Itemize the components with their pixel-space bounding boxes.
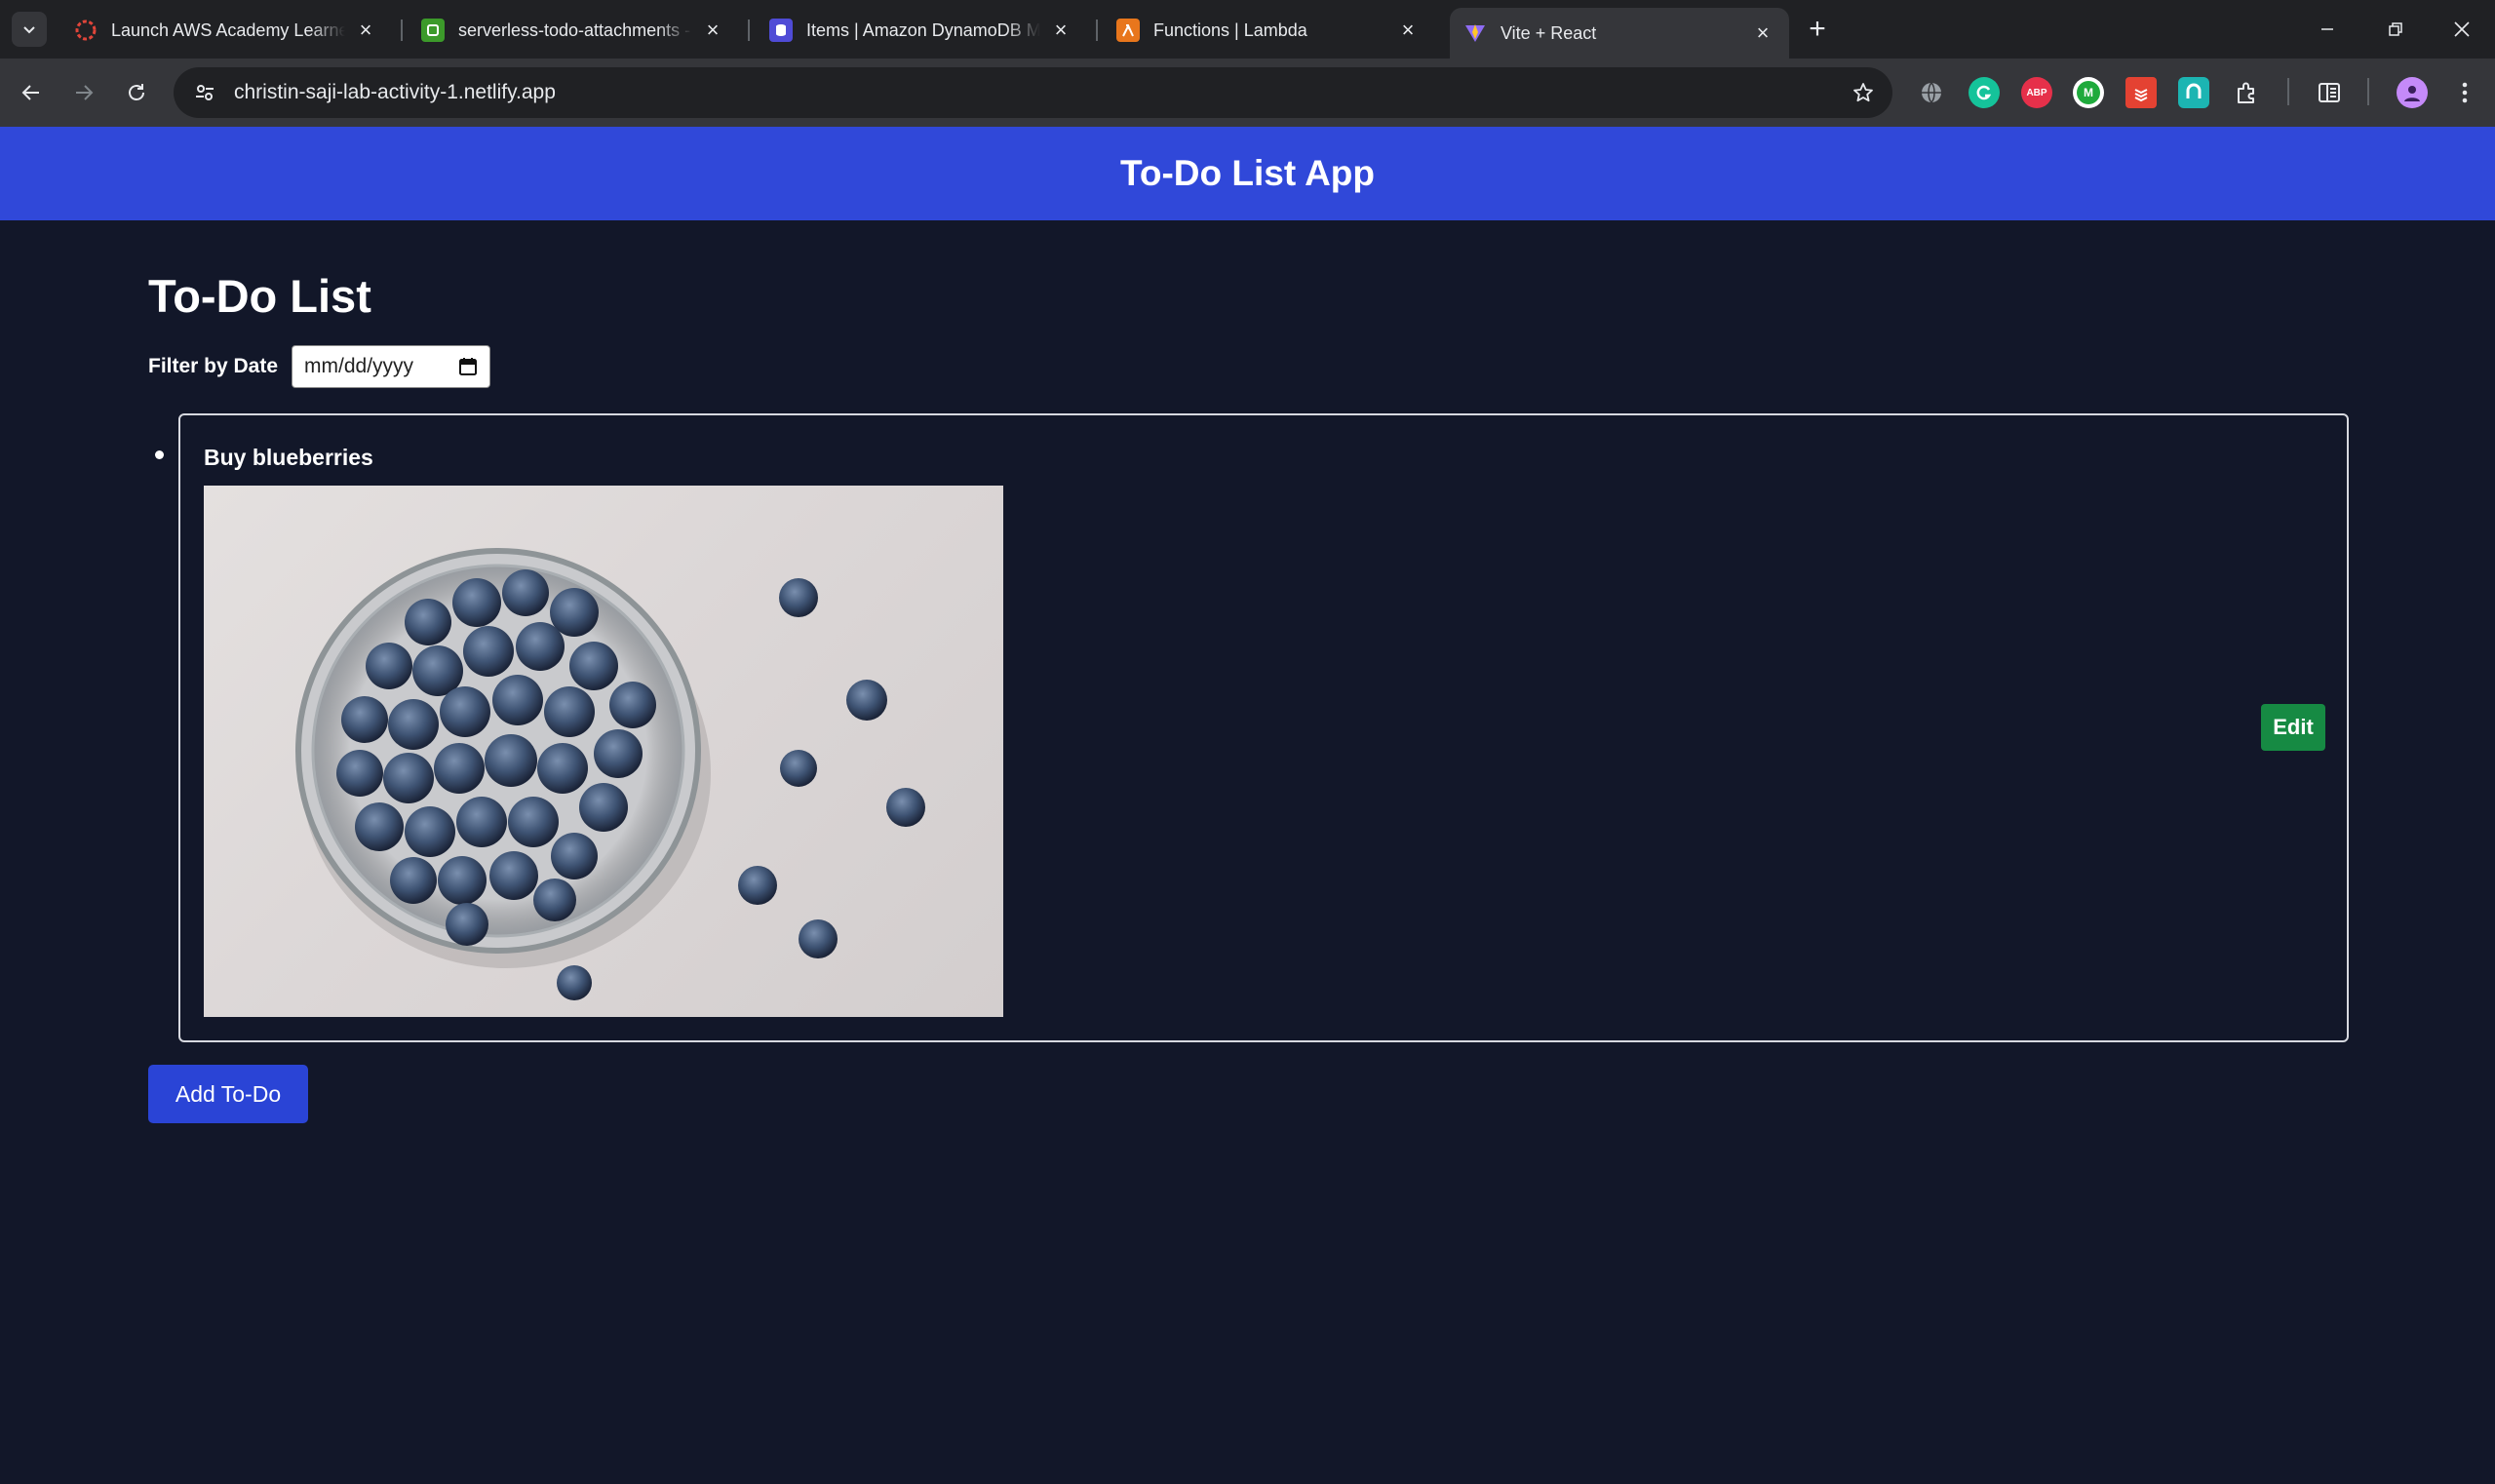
list-bullet <box>155 450 164 459</box>
browser-menu-button[interactable] <box>2449 77 2480 108</box>
date-filter-input[interactable]: mm/dd/yyyy <box>292 345 491 388</box>
s3-bucket-icon <box>421 19 445 42</box>
reload-button[interactable] <box>115 71 158 114</box>
new-tab-button[interactable]: + <box>1800 14 1835 47</box>
edit-button[interactable]: Edit <box>2261 704 2325 751</box>
close-tab-icon[interactable]: × <box>1750 20 1775 46</box>
puzzle-icon[interactable] <box>2231 77 2262 108</box>
tab-dynamodb[interactable]: Items | Amazon DynamoDB Management Conso… <box>756 10 1087 51</box>
minimize-button[interactable] <box>2293 8 2361 51</box>
profile-avatar[interactable] <box>2397 77 2428 108</box>
tab-title: Vite + React <box>1501 22 1597 43</box>
tab-title: Launch AWS Academy Learner Lab <box>111 20 345 40</box>
star-icon <box>1853 83 1873 102</box>
toolbar-divider <box>2367 78 2369 105</box>
reload-icon <box>129 84 144 100</box>
close-icon <box>2454 21 2470 37</box>
tab-title: Items | Amazon DynamoDB Management Conso… <box>806 20 1040 40</box>
close-tab-icon[interactable]: × <box>1395 18 1421 43</box>
close-window-button[interactable] <box>2428 8 2495 51</box>
page-title: To-Do List <box>148 270 371 322</box>
back-arrow-icon <box>21 85 39 100</box>
forward-button[interactable] <box>62 71 105 114</box>
dynamodb-icon <box>769 19 793 42</box>
url-text: christin-saji-lab-activity-1.netlify.app <box>234 81 556 103</box>
tab-divider <box>748 20 750 41</box>
filter-label: Filter by Date <box>148 355 279 377</box>
grammarly-icon[interactable] <box>1969 77 2000 108</box>
blueberries-illustration <box>295 548 925 1000</box>
tab-s3-bucket[interactable]: serverless-todo-attachments - S3 bucket … <box>408 10 739 51</box>
restore-icon <box>2389 22 2402 36</box>
minimize-icon <box>2321 28 2333 30</box>
more-vertical-icon <box>2462 82 2468 103</box>
todo-attachment-image <box>204 486 1003 1017</box>
close-tab-icon[interactable]: × <box>353 18 378 43</box>
date-filter: Filter by Date mm/dd/yyyy <box>148 345 491 388</box>
vite-icon <box>1463 21 1487 45</box>
tab-title: serverless-todo-attachments - S3 bucket <box>458 20 692 40</box>
close-tab-icon[interactable]: × <box>1048 18 1073 43</box>
tab-divider <box>1096 20 1098 41</box>
chevron-down-icon <box>23 26 35 34</box>
browser-toolbar: christin-saji-lab-activity-1.netlify.app <box>0 59 2495 127</box>
tab-lambda[interactable]: Functions | Lambda × <box>1103 10 1434 51</box>
todoist-icon[interactable] <box>2125 77 2157 108</box>
add-todo-button[interactable]: Add To-Do <box>148 1065 308 1123</box>
bookmark-star-button[interactable] <box>1848 77 1879 108</box>
site-info-button[interactable] <box>179 67 230 118</box>
restore-button[interactable] <box>2361 8 2430 51</box>
aws-academy-icon <box>74 19 97 42</box>
reading-list-icon[interactable] <box>2314 77 2345 108</box>
app-header-title: To-Do List App <box>1120 153 1375 193</box>
close-tab-icon[interactable]: × <box>700 18 725 43</box>
lambda-icon <box>1116 19 1140 42</box>
address-bar[interactable]: christin-saji-lab-activity-1.netlify.app <box>174 67 1892 118</box>
todo-title: Buy blueberries <box>204 445 373 470</box>
date-placeholder: mm/dd/yyyy <box>304 355 414 377</box>
globe-icon[interactable] <box>1916 77 1947 108</box>
calendar-icon[interactable] <box>458 357 478 376</box>
tab-divider <box>401 20 403 41</box>
tab-search-button[interactable] <box>12 12 47 47</box>
tab-strip: Launch AWS Academy Learner Lab × serverl… <box>0 0 2495 59</box>
toolbar-divider <box>2287 78 2289 105</box>
tab-aws-academy[interactable]: Launch AWS Academy Learner Lab × <box>60 10 392 51</box>
todo-item: Buy blueberries Edit <box>178 413 2349 1042</box>
tab-title: Functions | Lambda <box>1153 20 1307 40</box>
adblock-plus-icon[interactable]: ABP <box>2021 77 2052 108</box>
extension-m-icon[interactable]: M <box>2073 77 2104 108</box>
tune-icon <box>196 85 214 100</box>
tab-vite-react[interactable]: Vite + React × <box>1450 8 1789 59</box>
forward-arrow-icon <box>76 85 94 100</box>
app-header: To-Do List App <box>0 127 2495 220</box>
extension-teal-icon[interactable] <box>2178 77 2209 108</box>
back-button[interactable] <box>10 71 53 114</box>
